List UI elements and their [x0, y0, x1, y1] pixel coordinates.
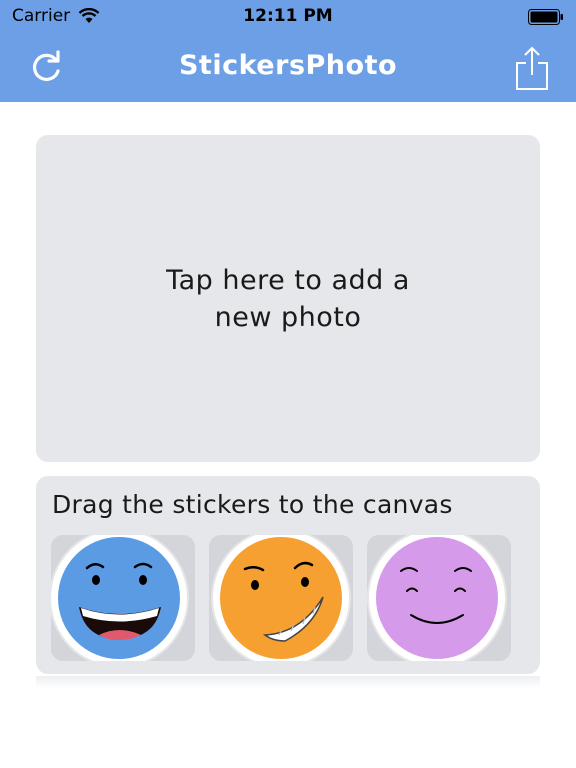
- sticker-grinning-face[interactable]: [209, 535, 353, 661]
- sticker-smiling-face[interactable]: [367, 535, 511, 661]
- stickers-caption: Drag the stickers to the canvas: [52, 490, 453, 519]
- status-bar: Carrier 12:11 PM: [0, 0, 576, 34]
- add-photo-area[interactable]: Tap here to add a new photo: [36, 135, 540, 462]
- stickers-panel: Drag the stickers to the canvas: [36, 476, 540, 674]
- smiling-face-icon: [367, 535, 507, 661]
- laughing-face-icon: [51, 535, 189, 661]
- sticker-laughing-face[interactable]: [51, 535, 195, 661]
- battery-icon: [528, 9, 563, 25]
- add-photo-prompt: Tap here to add a new photo: [166, 264, 410, 333]
- share-button[interactable]: [508, 44, 556, 92]
- panel-shadow: [36, 676, 540, 688]
- app-title: StickersPhoto: [178, 50, 398, 81]
- status-time: 12:11 PM: [243, 6, 333, 26]
- grinning-face-icon: [211, 535, 351, 661]
- navigation-bar: StickersPhoto: [0, 34, 576, 102]
- share-icon: [516, 46, 548, 90]
